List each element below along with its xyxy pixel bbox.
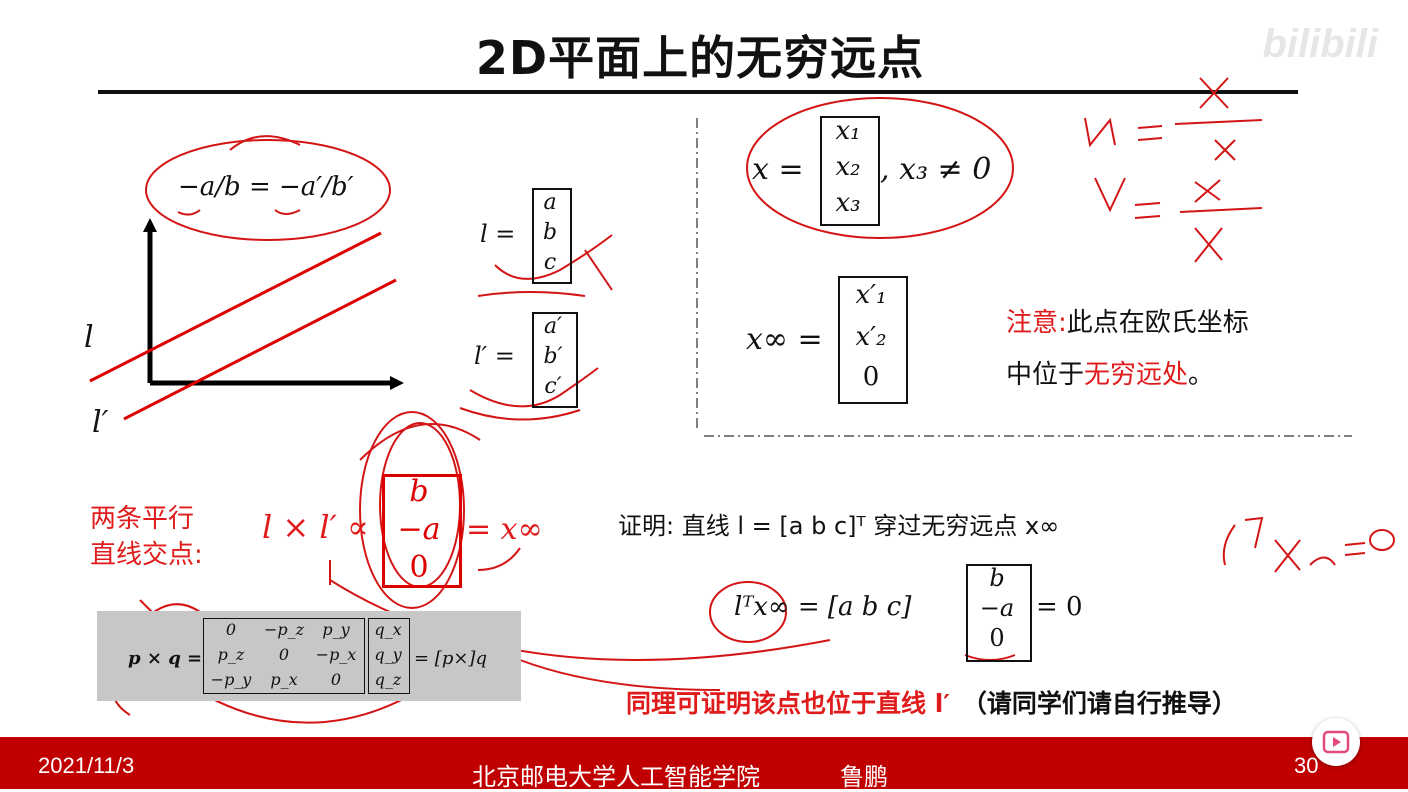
slope-equation: −a/b = −a′/b′	[178, 172, 354, 202]
note-text-2-red: 无穷远处	[1084, 360, 1189, 390]
proof-vec-zero: 0	[989, 624, 1005, 652]
xinf-vec-x1: x′₁	[855, 280, 887, 310]
proof-vec-b: b	[989, 564, 1005, 592]
cp-lhs: p × q =	[128, 648, 203, 669]
footer-institution: 北京邮电大学人工智能学院	[472, 764, 760, 791]
play-button[interactable]	[1312, 718, 1360, 766]
footer-date: 2021/11/3	[38, 753, 135, 778]
intersect-label-1: 两条平行	[90, 504, 195, 534]
lp-vec-b: b′	[543, 344, 563, 369]
line-l-prime	[123, 278, 397, 421]
xinf-vec-lhs: x∞ =	[746, 322, 823, 357]
note-label: 注意:	[1006, 308, 1067, 338]
x-vec-tail: , x₃ ≠ 0	[880, 152, 992, 187]
label-l: l	[84, 320, 94, 355]
cp-qz: q_z	[374, 670, 402, 689]
x-vec-lhs: x =	[752, 152, 804, 187]
cp-qx: q_x	[374, 620, 402, 639]
lp-vec-lhs: l′ =	[474, 342, 515, 370]
x-vec-x2: x₂	[835, 152, 861, 182]
same-proof-black: （请同学们请自行推导）	[961, 689, 1237, 718]
note-text-1: 此点在欧氏坐标	[1066, 308, 1249, 338]
x-vec-x3: x₃	[835, 188, 861, 218]
cp-m12: −p_x	[315, 645, 357, 664]
cp-qy: q_y	[374, 645, 402, 664]
cp-m21: p_x	[270, 670, 298, 689]
lp-vec-a: a′	[543, 314, 563, 339]
l-vec-lhs: l =	[480, 220, 516, 248]
note-line-2: 中位于无穷远处。	[1006, 354, 1214, 391]
note-text-2-pre: 中位于	[1006, 360, 1085, 390]
play-icon	[1322, 730, 1350, 754]
note-text-2-post: 。	[1188, 360, 1215, 390]
y-axis-arrowhead	[143, 218, 157, 232]
proof-line: 证明: 直线 l = [a b c]ᵀ 穿过无穷远点 x∞	[618, 512, 1060, 540]
cp-m01: −p_z	[263, 620, 305, 639]
cp-m02: p_y	[322, 620, 350, 639]
xinf-vec-zero: 0	[862, 362, 880, 392]
x-axis-arrowhead	[390, 376, 404, 390]
note-line-1: 注意:此点在欧氏坐标	[1006, 302, 1249, 339]
same-proof-line: 同理可证明该点也位于直线 l′ （请同学们请自行推导）	[626, 684, 1237, 720]
cp-m10: p_z	[217, 645, 245, 664]
cp-rhs: = [p×]q	[414, 648, 487, 669]
cross-rhs: = x∞	[466, 512, 543, 547]
proof-eq-lhs: lᵀx∞ = [a b c]	[734, 592, 912, 622]
label-l-prime: l′	[92, 405, 109, 440]
line-l	[89, 231, 382, 383]
proof-eq-rhs: = 0	[1036, 592, 1083, 622]
same-proof-red: 同理可证明该点也位于直线 l′	[626, 689, 950, 718]
l-vec-a: a	[543, 190, 557, 215]
lp-vec-c: c′	[544, 374, 562, 399]
l-vec-b: b	[542, 220, 558, 245]
cross-minus-a: −a	[397, 512, 441, 547]
xinf-vec-x2: x′₂	[855, 322, 887, 352]
cross-b: b	[409, 474, 429, 509]
cross-lhs: l × l′ ∝	[262, 508, 369, 546]
intersect-label-2: 直线交点:	[90, 540, 203, 570]
proof-vec-minus-a: −a	[979, 594, 1015, 622]
l-vec-c: c	[543, 250, 557, 275]
cp-m20: −p_y	[210, 670, 252, 689]
cross-zero: 0	[409, 550, 429, 585]
cp-m22: 0	[330, 670, 342, 689]
cp-m00: 0	[225, 620, 237, 639]
x-vec-x1: x₁	[835, 116, 861, 146]
footer-author: 鲁鹏	[840, 764, 888, 791]
cp-m11: 0	[278, 645, 290, 664]
